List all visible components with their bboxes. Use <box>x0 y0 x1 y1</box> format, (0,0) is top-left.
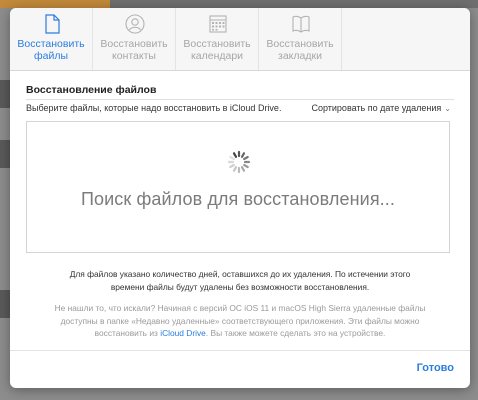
background-accent-bar <box>0 0 110 8</box>
background-thumbnail <box>0 140 10 168</box>
calendar-icon <box>209 15 227 33</box>
icloud-drive-link[interactable]: iCloud Drive <box>160 328 206 338</box>
restore-dialog: Восстановитьфайлы Восстановитьконтакты <box>10 8 470 388</box>
tab-restore-calendars[interactable]: Восстановить календари <box>176 8 259 70</box>
book-icon <box>292 15 310 33</box>
instruction-text: Выберите файлы, которые надо восстановит… <box>26 103 282 113</box>
retention-note: Для файлов указано количество дней, оста… <box>69 269 411 292</box>
tab-restore-contacts[interactable]: Восстановить контакты <box>93 8 176 70</box>
background-thumbnail <box>0 80 10 108</box>
hint-text-end: . Вы также можете сделать это на устройс… <box>205 328 386 338</box>
tab-restore-bookmarks[interactable]: Восстановить закладки <box>259 8 342 70</box>
tab-bar: Восстановитьфайлы Восстановитьконтакты <box>10 8 470 71</box>
searching-status: Поиск файлов для восстановления... <box>81 189 395 209</box>
tab-label: Восстановить закладки <box>266 38 334 62</box>
background-thumbnail <box>0 290 10 318</box>
tab-label: Восстановить календари <box>183 38 251 62</box>
tab-label: Восстановить файлы <box>17 38 85 62</box>
page-title: Восстановление файлов <box>26 84 157 96</box>
contact-icon <box>125 14 145 34</box>
document-icon <box>45 14 60 34</box>
footer-divider <box>10 350 470 351</box>
tab-label: Восстановить контакты <box>100 38 168 62</box>
file-list-area: Поиск файлов для восстановления... <box>26 121 450 253</box>
help-hint: Не нашли то, что искали? Начиная с верси… <box>40 302 440 340</box>
divider <box>26 99 454 100</box>
sort-label: Сортировать по дате удаления <box>311 103 442 113</box>
tab-restore-files[interactable]: Восстановить файлы <box>10 8 93 70</box>
chevron-down-icon: ⌄ <box>444 104 451 113</box>
sort-dropdown[interactable]: Сортировать по дате удаления ⌄ <box>311 103 451 113</box>
loading-spinner-icon <box>227 150 251 174</box>
done-button[interactable]: Готово <box>417 362 454 374</box>
